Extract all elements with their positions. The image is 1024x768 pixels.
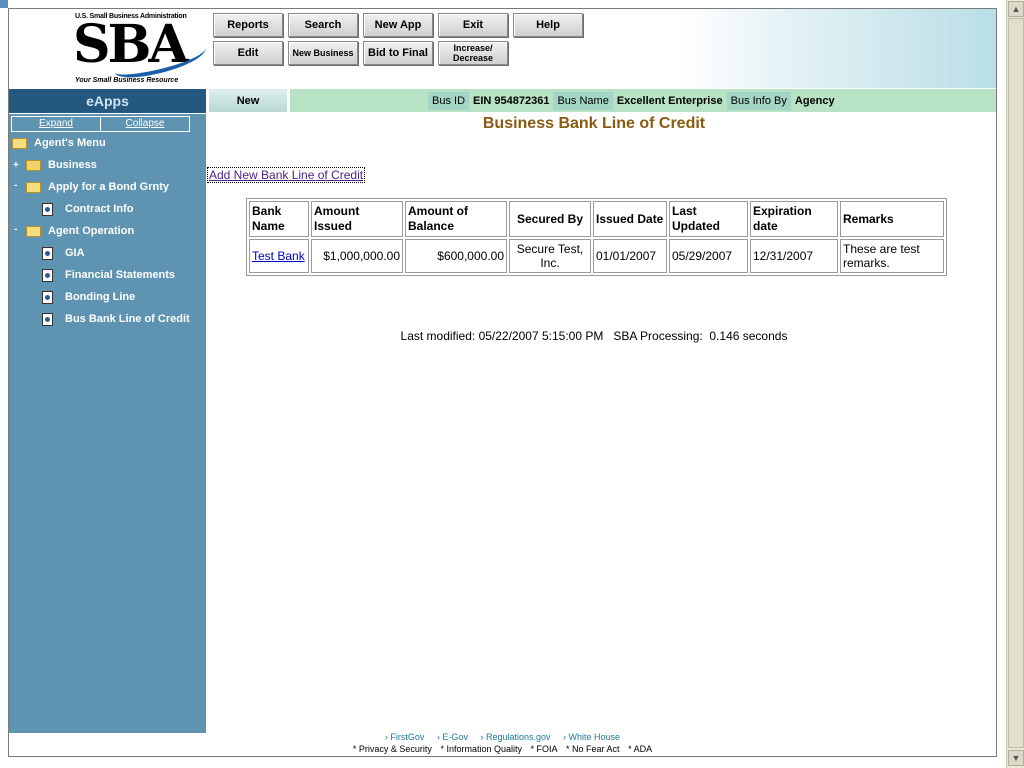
sidebar-item-label: Business <box>48 159 97 171</box>
sidebar-item-label: Bonding Line <box>65 291 136 303</box>
sidebar-item-agent-operation[interactable]: Agent Operation <box>26 222 134 240</box>
sidebar-item-label: Agent's Menu <box>34 137 106 149</box>
ein-value: EIN 954872361 <box>473 94 550 107</box>
bus-info-by-value: Agency <box>794 94 835 107</box>
document-icon <box>42 312 53 326</box>
sidebar-item-apply-bond[interactable]: Apply for a Bond Grnty <box>26 178 169 196</box>
help-button[interactable]: Help <box>513 13 583 37</box>
new-app-button[interactable]: New App <box>363 13 433 37</box>
sidebar-title: eApps <box>9 89 206 113</box>
reports-button[interactable]: Reports <box>213 13 283 37</box>
cell-amount-issued: $1,000,000.00 <box>311 239 403 273</box>
footer-no-fear[interactable]: * No Fear Act <box>566 744 620 754</box>
footer-link-egov[interactable]: › E-Gov <box>437 732 468 742</box>
expand-plus-icon[interactable]: + <box>13 160 19 171</box>
sidebar-item-bonding-line[interactable]: Bonding Line <box>42 288 135 306</box>
col-bank-name: Bank Name <box>249 201 309 237</box>
cell-bank-name: Test Bank <box>249 239 309 273</box>
sidebar: Expand Collapse Agent's Menu + Business … <box>9 114 206 733</box>
folder-icon <box>26 159 41 171</box>
folder-open-icon <box>12 137 27 149</box>
search-button[interactable]: Search <box>288 13 358 37</box>
exit-button[interactable]: Exit <box>438 13 508 37</box>
document-icon <box>42 290 53 304</box>
footer-privacy[interactable]: * Privacy & Security <box>353 744 432 754</box>
bus-info-by-label: Bus Info By <box>726 91 791 110</box>
increase-decrease-button[interactable]: Increase/ Decrease <box>438 41 508 65</box>
col-amount-balance: Amount of Balance <box>405 201 507 237</box>
footer-link-regulations[interactable]: › Regulations.gov <box>480 732 550 742</box>
new-business-button[interactable]: New Business <box>288 41 358 65</box>
sidebar-item-label: Contract Info <box>65 203 134 215</box>
sidebar-item-label: Financial Statements <box>65 269 176 281</box>
sidebar-item-financial-statements[interactable]: Financial Statements <box>42 266 175 284</box>
cell-issued-date: 01/01/2007 <box>593 239 667 273</box>
page-corner-icon <box>0 0 8 8</box>
last-modified-text: Last modified: 05/22/2007 5:15:00 PM SBA… <box>400 329 788 343</box>
bank-name-link[interactable]: Test Bank <box>252 249 305 263</box>
bid-to-final-button[interactable]: Bid to Final <box>363 41 433 65</box>
bus-name-value: Excellent Enterprise <box>616 94 723 107</box>
sidebar-item-label: Bus Bank Line of Credit <box>65 313 190 325</box>
folder-open-icon <box>26 181 41 193</box>
add-new-bank-line-link[interactable]: Add New Bank Line of Credit <box>207 167 366 183</box>
footer-link-white-house[interactable]: › White House <box>563 732 620 742</box>
collapse-minus-icon[interactable]: - <box>14 180 17 191</box>
sidebar-item-gia[interactable]: GIA <box>42 244 85 262</box>
status-new: New <box>209 89 287 112</box>
bus-name-label: Bus Name <box>553 91 613 110</box>
col-expiration-date: Expiration date <box>750 201 838 237</box>
scroll-thumb[interactable] <box>1008 18 1024 748</box>
vertical-scrollbar[interactable]: ▲ ▼ <box>1006 0 1024 768</box>
document-icon <box>42 268 53 282</box>
collapse-minus-icon[interactable]: - <box>14 224 17 235</box>
cell-expiration-date: 12/31/2007 <box>750 239 838 273</box>
footer-info-quality[interactable]: * Information Quality <box>440 744 522 754</box>
header: U.S. Small Business Administration SBA Y… <box>9 9 996 88</box>
footer-foia[interactable]: * FOIA <box>531 744 558 754</box>
col-remarks: Remarks <box>840 201 944 237</box>
bus-id-label: Bus ID <box>428 91 470 110</box>
footer-links: › FirstGov › E-Gov › Regulations.gov › W… <box>9 732 996 742</box>
expand-link[interactable]: Expand <box>12 117 101 131</box>
col-secured-by: Secured By <box>509 201 591 237</box>
table-header-row: Bank Name Amount Issued Amount of Balanc… <box>249 201 944 237</box>
cell-remarks: These are test remarks. <box>840 239 944 273</box>
expand-collapse-bar: Expand Collapse <box>11 116 190 132</box>
cell-amount-balance: $600,000.00 <box>405 239 507 273</box>
col-amount-issued: Amount Issued <box>311 201 403 237</box>
footer-policy-links: * Privacy & Security * Information Quali… <box>9 744 996 754</box>
document-icon <box>42 246 53 260</box>
business-info-bar: Bus ID EIN 954872361 Bus Name Excellent … <box>290 89 996 112</box>
col-issued-date: Issued Date <box>593 201 667 237</box>
table-row: Test Bank $1,000,000.00 $600,000.00 Secu… <box>249 239 944 273</box>
sba-logo[interactable]: U.S. Small Business Administration SBA Y… <box>73 11 209 87</box>
sidebar-item-label: Agent Operation <box>48 225 135 237</box>
logo-tagline: Your Small Business Resource <box>75 77 179 84</box>
scroll-down-icon[interactable]: ▼ <box>1008 750 1024 766</box>
scroll-up-icon[interactable]: ▲ <box>1008 1 1024 17</box>
sidebar-item-bus-bank-line-of-credit[interactable]: Bus Bank Line of Credit <box>42 310 190 328</box>
folder-open-icon <box>26 225 41 237</box>
footer-ada[interactable]: * ADA <box>628 744 652 754</box>
footer-link-firstgov[interactable]: › FirstGov <box>385 732 425 742</box>
collapse-link[interactable]: Collapse <box>101 117 189 131</box>
bank-line-table: Bank Name Amount Issued Amount of Balanc… <box>246 198 947 276</box>
cell-secured-by: Secure Test, Inc. <box>509 239 591 273</box>
sidebar-item-label: Apply for a Bond Grnty <box>48 181 169 193</box>
sidebar-item-contract-info[interactable]: Contract Info <box>42 200 133 218</box>
sidebar-item-label: GIA <box>65 247 85 259</box>
col-last-updated: Last Updated <box>669 201 748 237</box>
edit-button[interactable]: Edit <box>213 41 283 65</box>
app-frame: U.S. Small Business Administration SBA Y… <box>8 8 997 757</box>
sidebar-item-agents-menu[interactable]: Agent's Menu <box>12 134 106 152</box>
cell-last-updated: 05/29/2007 <box>669 239 748 273</box>
sidebar-item-business[interactable]: Business <box>26 156 97 174</box>
page-title: Business Bank Line of Credit <box>482 115 706 132</box>
document-icon <box>42 202 53 216</box>
